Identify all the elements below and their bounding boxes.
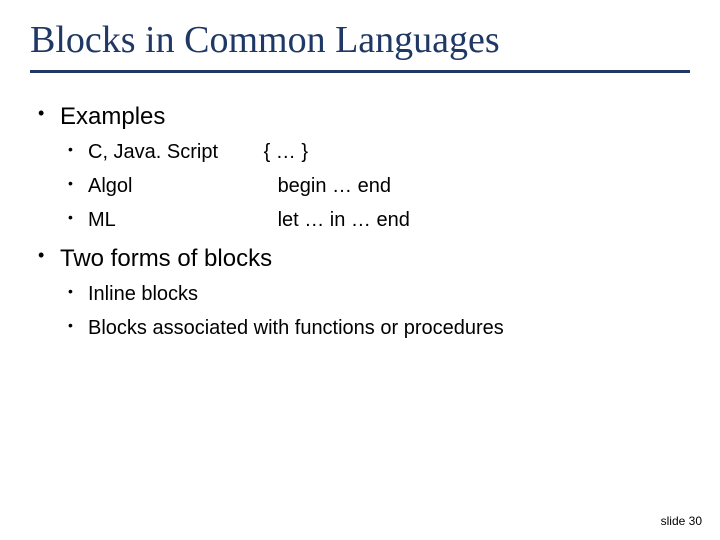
example-item: ML let … in … end — [60, 205, 720, 235]
forms-item-text: Inline blocks — [88, 283, 198, 305]
forms-item: Blocks associated with functions or proc… — [60, 313, 720, 343]
slide: Blocks in Common Languages Examples C, J… — [0, 0, 720, 540]
forms-item-text: Blocks associated with functions or proc… — [88, 317, 504, 339]
example-lang: C, Java. Script — [88, 137, 258, 167]
example-syntax: let … in … end — [264, 205, 410, 235]
bullet-forms: Two forms of blocks Inline blocks Blocks… — [30, 245, 720, 343]
bullet-examples: Examples C, Java. Script { … } Algol beg… — [30, 103, 720, 235]
slide-number: slide 30 — [661, 514, 702, 528]
example-item: Algol begin … end — [60, 171, 720, 201]
bullet-list: Examples C, Java. Script { … } Algol beg… — [30, 103, 720, 343]
slide-title: Blocks in Common Languages — [0, 0, 720, 62]
forms-sublist: Inline blocks Blocks associated with fun… — [60, 279, 720, 343]
examples-sublist: C, Java. Script { … } Algol begin … end … — [60, 137, 720, 235]
slide-content: Examples C, Java. Script { … } Algol beg… — [0, 73, 720, 343]
example-lang: Algol — [88, 171, 258, 201]
example-syntax: { … } — [264, 137, 308, 167]
example-item: C, Java. Script { … } — [60, 137, 720, 167]
bullet-examples-label: Examples — [60, 103, 165, 130]
example-syntax: begin … end — [264, 171, 391, 201]
example-lang: ML — [88, 205, 258, 235]
bullet-forms-label: Two forms of blocks — [60, 245, 272, 272]
forms-item: Inline blocks — [60, 279, 720, 309]
